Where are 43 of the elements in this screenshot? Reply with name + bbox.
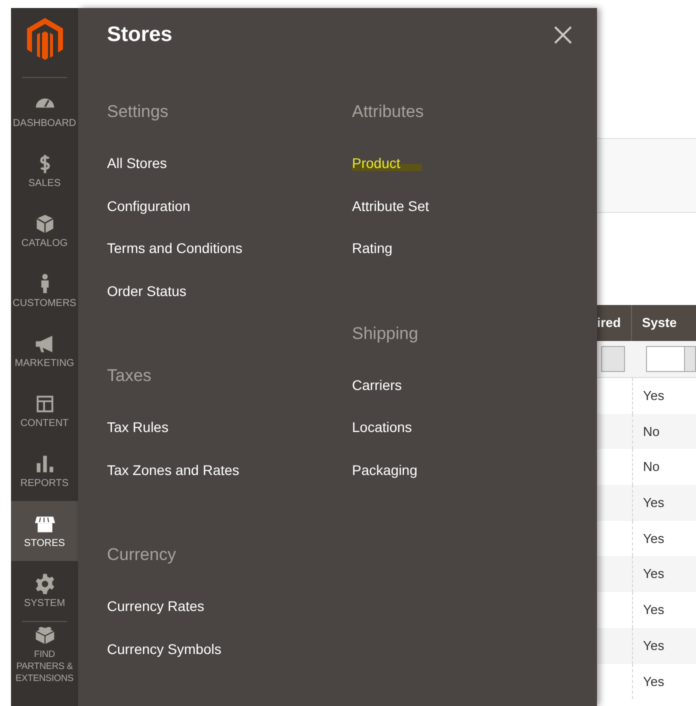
menu-link[interactable]: Order Status <box>107 282 186 298</box>
menu-link[interactable]: Configuration <box>107 198 190 214</box>
panel-title: Stores <box>107 23 172 47</box>
section-heading: Settings <box>107 101 170 123</box>
menu-link[interactable]: Currency Rates <box>107 598 204 614</box>
section-heading: Attributes <box>352 101 425 123</box>
table-cell: Yes <box>632 628 696 664</box>
menu-link[interactable]: Packaging <box>352 462 418 478</box>
sidebar-item[interactable]: MARKETING <box>11 321 78 381</box>
menu-link[interactable]: Product <box>352 155 422 171</box>
gear-icon <box>34 573 56 595</box>
sidebar-item[interactable]: CUSTOMERS <box>11 261 78 321</box>
sidebar-item[interactable]: REPORTS <box>11 441 78 501</box>
sidebar-item[interactable]: SYSTEM <box>11 561 78 621</box>
close-icon[interactable] <box>554 26 572 44</box>
table-cell: Yes <box>632 485 696 521</box>
table-cell: Yes <box>632 664 696 700</box>
section-heading: Currency <box>107 544 177 566</box>
sidebar-item[interactable]: STORES <box>11 501 78 561</box>
menu-link[interactable]: Carriers <box>352 376 402 392</box>
logo-icon[interactable] <box>26 18 62 60</box>
sidebar-item[interactable]: SALES <box>11 141 78 201</box>
menu-link[interactable]: Currency Symbols <box>107 640 222 656</box>
table-cell: Yes <box>632 556 696 592</box>
column-header[interactable]: Syste <box>632 305 696 341</box>
filter-select[interactable] <box>646 346 696 372</box>
menu-link[interactable]: Attribute Set <box>352 198 430 214</box>
filter-select[interactable] <box>601 346 625 372</box>
section-heading: Taxes <box>107 365 152 387</box>
menu-link[interactable]: Terms and Conditions <box>107 240 242 256</box>
sidebar-item[interactable]: FIND PARTNERS & EXTENSIONS <box>11 622 78 684</box>
section-heading: Shipping <box>352 322 420 344</box>
menu-link[interactable]: Locations <box>352 419 412 435</box>
sidebar-item[interactable]: CONTENT <box>11 381 78 441</box>
menu-link[interactable]: Tax Zones and Rates <box>107 462 240 478</box>
menu-link[interactable]: All Stores <box>107 155 167 171</box>
menu-link[interactable]: Tax Rules <box>107 419 168 435</box>
sidebar-item[interactable]: DASHBOARD <box>11 81 78 141</box>
menu-link[interactable]: Rating <box>352 240 392 256</box>
sidebar-item[interactable]: CATALOG <box>11 201 78 261</box>
table-cell: No <box>632 414 696 450</box>
box-icon <box>34 213 56 235</box>
megaphone-icon <box>34 333 56 355</box>
